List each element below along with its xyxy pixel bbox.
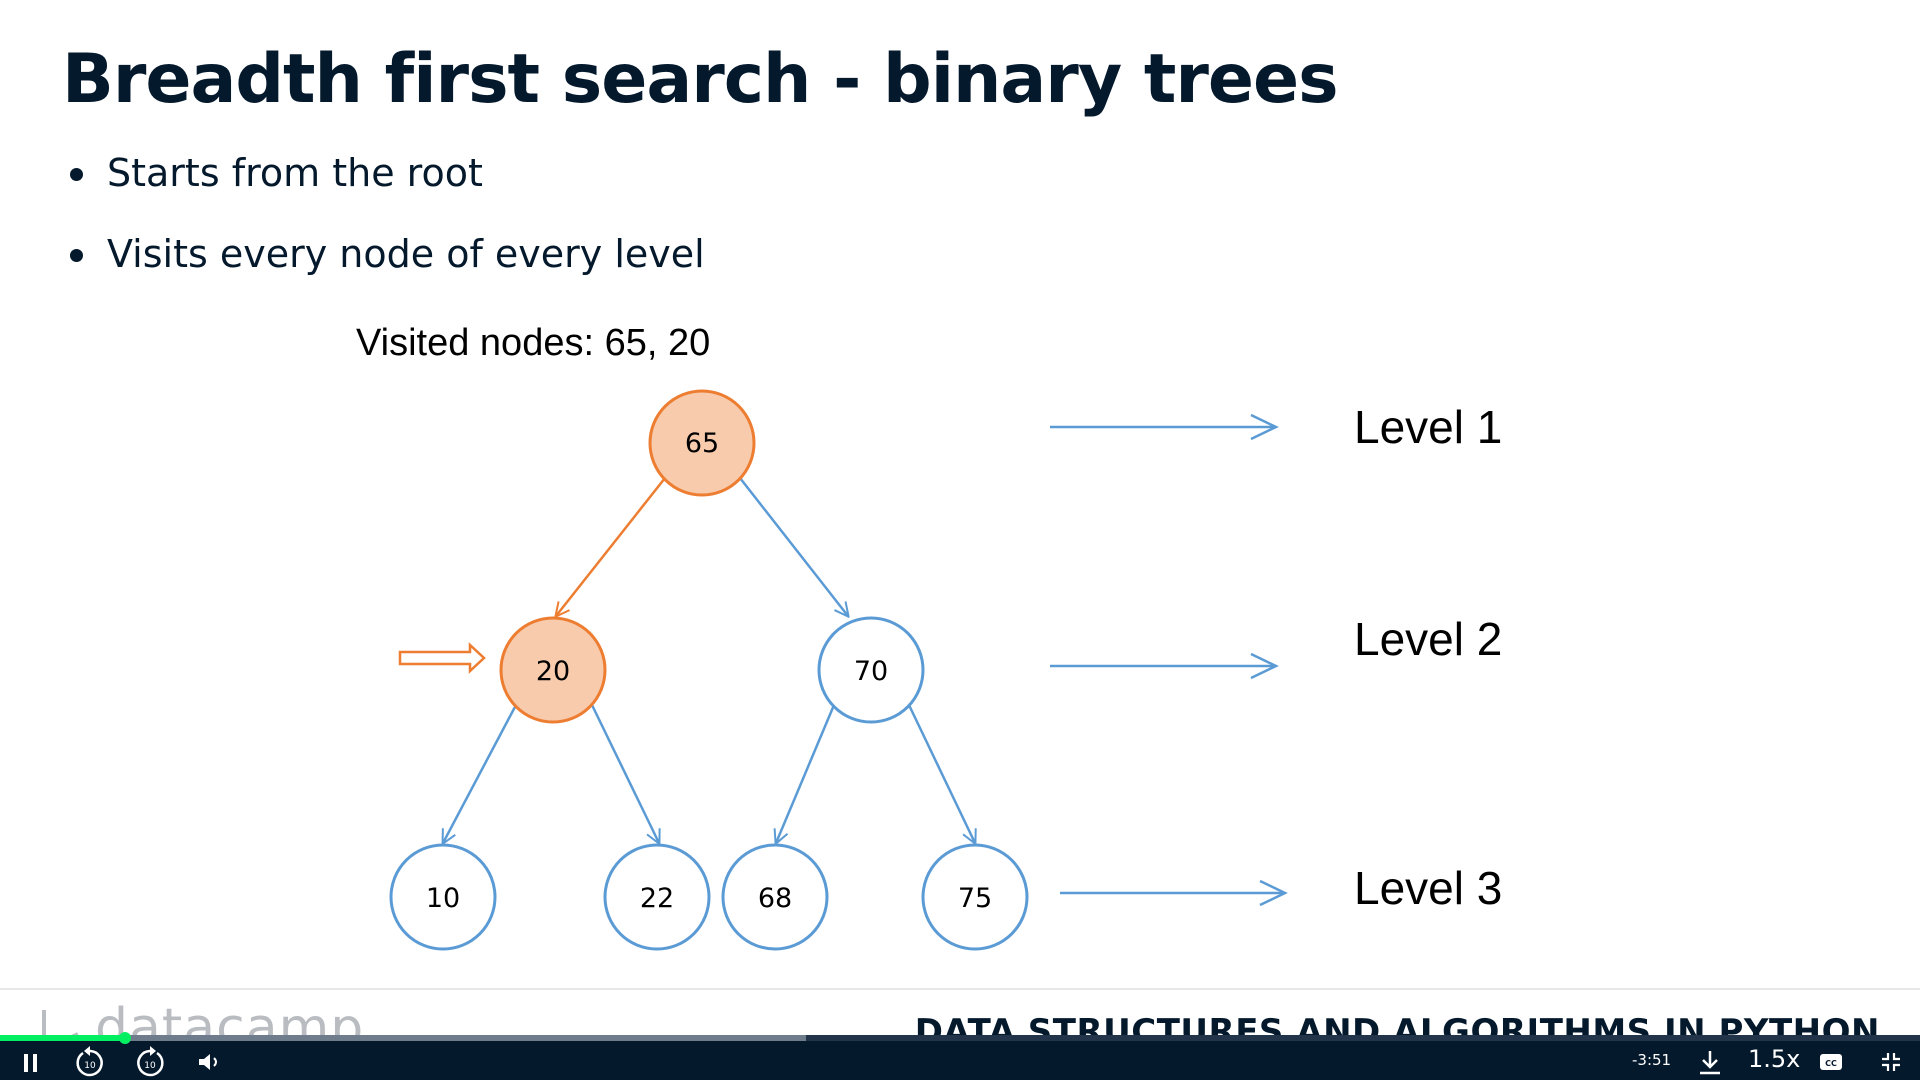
volume-button[interactable] <box>194 1045 226 1079</box>
node-label-65: 65 <box>685 428 719 459</box>
course-title: DATA STRUCTURES AND ALGORITHMS IN PYTHON <box>914 1012 1880 1035</box>
exit-fullscreen-icon <box>1882 1053 1900 1071</box>
download-button[interactable] <box>1694 1045 1726 1079</box>
rewind-10-button[interactable]: 10 <box>72 1045 108 1079</box>
tree-node-68: 68 <box>721 843 829 951</box>
current-node-pointer-arrow <box>398 642 486 674</box>
time-remaining: -3:51 <box>1632 1051 1672 1069</box>
tree-edge-70-75 <box>907 704 975 843</box>
captions-icon: CC <box>1820 1054 1842 1070</box>
tree-edge-20-22 <box>590 704 659 843</box>
rewind-seconds-label: 10 <box>84 1061 96 1071</box>
node-label-70: 70 <box>854 656 888 687</box>
download-icon <box>1700 1051 1720 1075</box>
level-label-3: Level 3 <box>1354 862 1502 914</box>
progress-scrubber-handle[interactable] <box>118 1032 131 1044</box>
node-label-20: 20 <box>536 656 570 687</box>
playback-speed-button[interactable]: 1.5x <box>1748 1045 1800 1073</box>
tree-node-10: 10 <box>389 843 497 951</box>
level-label-1: Level 1 <box>1354 401 1502 453</box>
slide: Breadth first search - binary trees Star… <box>0 0 1920 1038</box>
node-label-10: 10 <box>426 883 460 914</box>
datacamp-logo-icon <box>42 1010 79 1035</box>
progress-bar[interactable] <box>0 1032 1920 1044</box>
tree-edge-70-68 <box>776 704 836 843</box>
exit-fullscreen-button[interactable] <box>1876 1045 1906 1079</box>
tree-node-65: 65 <box>648 389 756 497</box>
level-label-2: Level 2 <box>1354 613 1502 665</box>
node-label-75: 75 <box>958 883 992 914</box>
tree-node-22: 22 <box>603 843 711 951</box>
pause-button[interactable] <box>16 1045 46 1079</box>
captions-button[interactable]: CC <box>1816 1045 1846 1079</box>
tree-node-70: 70 <box>817 616 925 724</box>
captions-label: CC <box>1825 1059 1837 1068</box>
pause-icon <box>24 1054 37 1072</box>
forward-seconds-label: 10 <box>144 1061 156 1071</box>
node-label-68: 68 <box>758 883 792 914</box>
node-label-22: 22 <box>640 883 674 914</box>
forward-10-icon: 10 <box>137 1046 164 1077</box>
tree-node-75: 75 <box>921 843 1029 951</box>
rewind-10-icon: 10 <box>76 1046 103 1077</box>
tree-node-20: 20 <box>499 616 607 724</box>
tree-edge-65-20 <box>556 477 666 616</box>
forward-10-button[interactable]: 10 <box>132 1045 168 1079</box>
binary-tree-diagram: 65 20 70 10 22 68 75 Level 1 Level 2 Lev… <box>389 389 1502 951</box>
video-player-controls: 10 10 -3:51 1.5x CC <box>0 1032 1920 1080</box>
tree-edge-20-10 <box>443 704 518 843</box>
brand-wordmark: datacamp <box>95 998 365 1035</box>
tree-edge-65-70 <box>739 477 848 616</box>
progress-played <box>0 1035 125 1041</box>
slide-footer: datacamp DATA STRUCTURES AND ALGORITHMS … <box>0 990 1920 1035</box>
volume-icon <box>199 1054 217 1070</box>
